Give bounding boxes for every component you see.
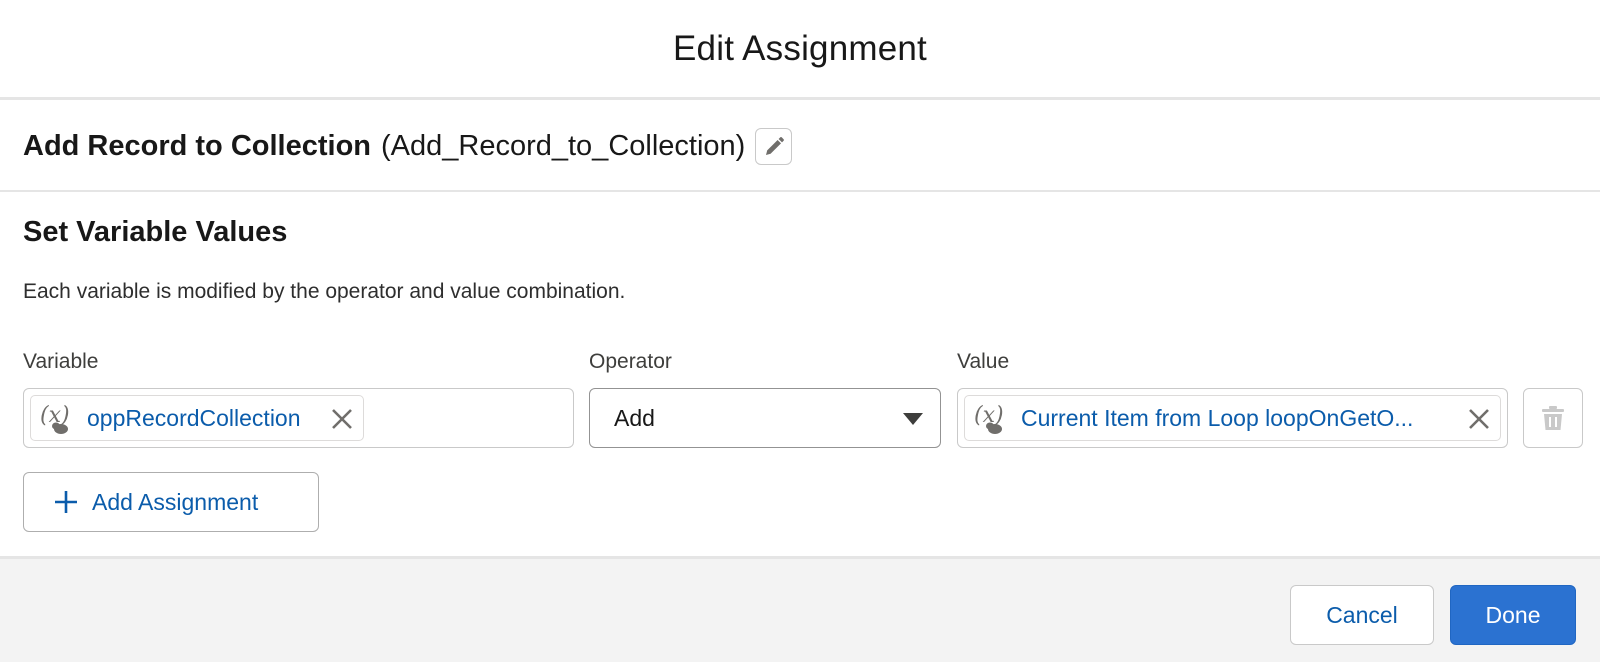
variable-pill-text: oppRecordCollection [87,404,301,431]
element-label-row: Add Record to Collection (Add_Record_to_… [0,103,1600,192]
section-title: Set Variable Values [23,216,288,248]
element-label: Add Record to Collection [23,130,371,162]
add-assignment-button[interactable]: Add Assignment [23,472,319,532]
value-pill-text: Current Item from Loop loopOnGetO... [1021,404,1414,431]
value-pill[interactable]: (x) Current Item from Loop loopOnGetO... [964,395,1501,441]
pencil-icon [765,136,784,155]
modal-footer: Cancel Done [0,556,1600,662]
edit-label-button[interactable] [755,128,793,165]
trash-icon [1542,406,1564,430]
operator-selected-value: Add [614,404,655,431]
modal-header: Edit Assignment [0,0,1600,100]
chevron-down-icon [903,413,923,425]
delete-assignment-button[interactable] [1523,388,1583,448]
element-api-name: (Add_Record_to_Collection) [381,130,746,162]
variable-icon: (x) [40,403,70,434]
section-description: Each variable is modified by the operato… [23,280,626,303]
variable-label: Variable [23,350,99,373]
operator-select[interactable]: Add [589,388,941,448]
add-assignment-label: Add Assignment [92,488,259,515]
remove-value-icon[interactable] [1466,406,1492,432]
modal-title: Edit Assignment [673,28,927,68]
value-input[interactable]: (x) Current Item from Loop loopOnGetO... [957,388,1508,448]
variable-pill[interactable]: (x) oppRecordCollection [30,395,364,441]
operator-label: Operator [589,350,672,373]
variable-icon: (x) [974,403,1004,434]
value-label: Value [957,350,1010,373]
plus-icon [55,491,77,513]
remove-variable-icon[interactable] [329,406,355,432]
done-button[interactable]: Done [1450,585,1576,645]
cancel-button[interactable]: Cancel [1290,585,1434,645]
variable-input[interactable]: (x) oppRecordCollection [23,388,574,448]
